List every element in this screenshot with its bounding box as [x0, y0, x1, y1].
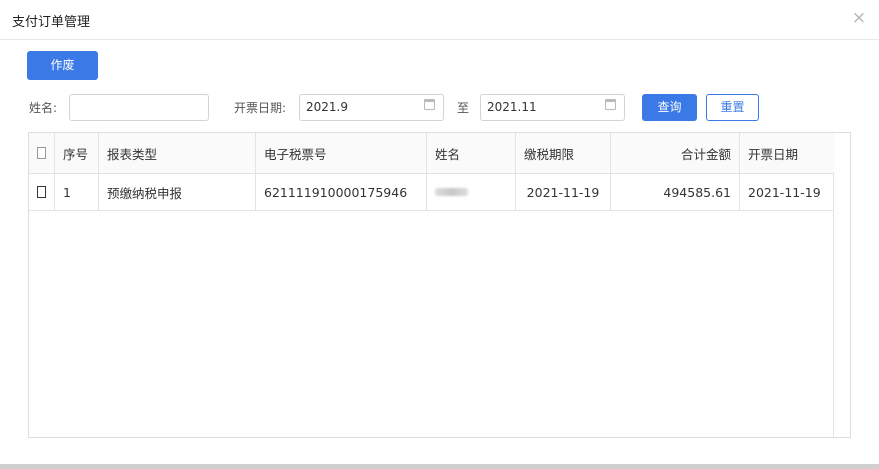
payment-order-dialog: 支付订单管理 × 作废 姓名: 开票日期: 2021.9 至 2021.11 查… [0, 0, 879, 469]
select-all-cell [29, 133, 55, 173]
name-input[interactable] [69, 94, 209, 121]
row-select-cell [29, 174, 55, 210]
dialog-title: 支付订单管理 [12, 15, 91, 30]
header-issue-date[interactable]: 开票日期 [740, 133, 834, 173]
cell-amount: 494585.61 [611, 174, 740, 210]
header-amount[interactable]: 合计金额 [611, 133, 740, 173]
redacted-name [435, 188, 468, 196]
calendar-icon[interactable] [605, 99, 616, 110]
header-deadline[interactable]: 缴税期限 [516, 133, 611, 173]
name-label: 姓名: [29, 101, 58, 115]
date-to-value: 2021.11 [487, 100, 537, 114]
select-all-checkbox[interactable] [37, 147, 46, 159]
header-type[interactable]: 报表类型 [99, 133, 256, 173]
cell-deadline: 2021-11-19 [516, 174, 611, 210]
cell-name [427, 174, 516, 210]
search-button[interactable]: 查询 [642, 94, 697, 121]
cell-type: 预缴纳税申报 [99, 174, 256, 210]
void-button[interactable]: 作废 [27, 51, 98, 80]
header-index[interactable]: 序号 [55, 133, 99, 173]
reset-button[interactable]: 重置 [706, 94, 759, 121]
date-from-input[interactable]: 2021.9 [299, 94, 444, 121]
to-label: 至 [457, 101, 470, 115]
cell-issue-date: 2021-11-19 [748, 184, 821, 200]
order-table: 序号 报表类型 电子税票号 姓名 缴税期限 合计金额 开票日期 1 预缴纳税申报… [28, 132, 851, 438]
close-icon[interactable]: × [849, 8, 869, 28]
header-name[interactable]: 姓名 [427, 133, 516, 173]
header-ticket-no[interactable]: 电子税票号 [256, 133, 427, 173]
cell-ticket-no: 621111910000175946 [256, 174, 427, 210]
date-to-input[interactable]: 2021.11 [480, 94, 625, 121]
table-row[interactable]: 1 预缴纳税申报 621111910000175946 2021-11-19 4… [29, 174, 834, 211]
calendar-icon[interactable] [424, 99, 435, 110]
bottom-divider [0, 464, 879, 469]
issue-date-label: 开票日期: [234, 101, 287, 115]
cell-index: 1 [55, 174, 99, 210]
dialog-title-bar: 支付订单管理 × [0, 0, 879, 40]
date-from-value: 2021.9 [306, 100, 348, 114]
table-body-area: 序号 报表类型 电子税票号 姓名 缴税期限 合计金额 开票日期 1 预缴纳税申报… [29, 133, 834, 437]
row-checkbox[interactable] [37, 186, 46, 198]
table-header-row: 序号 报表类型 电子税票号 姓名 缴税期限 合计金额 开票日期 [29, 133, 834, 174]
